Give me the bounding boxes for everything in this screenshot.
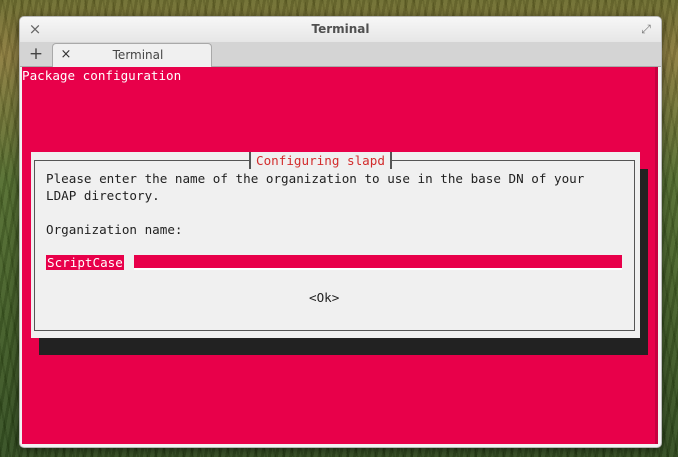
dialog-message: Please enter the name of the organizatio…	[46, 170, 626, 204]
ok-button[interactable]: <Ok>	[309, 289, 339, 306]
organization-name-value[interactable]: ScriptCase	[46, 255, 124, 270]
dialog-title: Configuring slapd	[249, 152, 392, 169]
plus-icon[interactable]: +	[24, 44, 48, 64]
window-title: Terminal	[311, 22, 370, 36]
message-line-2: LDAP directory.	[46, 188, 160, 203]
close-icon[interactable]: ×	[59, 46, 73, 64]
terminal-scrollbar[interactable]	[655, 67, 658, 444]
tab-terminal[interactable]: × Terminal	[52, 43, 212, 67]
tab-bar: + × Terminal	[20, 42, 661, 67]
package-configuration-header: Package configuration	[22, 68, 182, 83]
terminal-screen[interactable]: Package configuration Configuring slapd …	[22, 67, 658, 444]
config-dialog: Configuring slapd Please enter the name …	[31, 152, 640, 338]
terminal-window: × Terminal ⤢ + × Terminal Package config…	[19, 16, 662, 448]
organization-name-label: Organization name:	[46, 222, 183, 237]
tab-label: Terminal	[112, 48, 164, 62]
message-line-1: Please enter the name of the organizatio…	[46, 171, 585, 186]
window-titlebar: × Terminal ⤢	[20, 17, 661, 42]
organization-name-input-area[interactable]	[134, 255, 622, 270]
maximize-icon[interactable]: ⤢	[638, 20, 654, 38]
